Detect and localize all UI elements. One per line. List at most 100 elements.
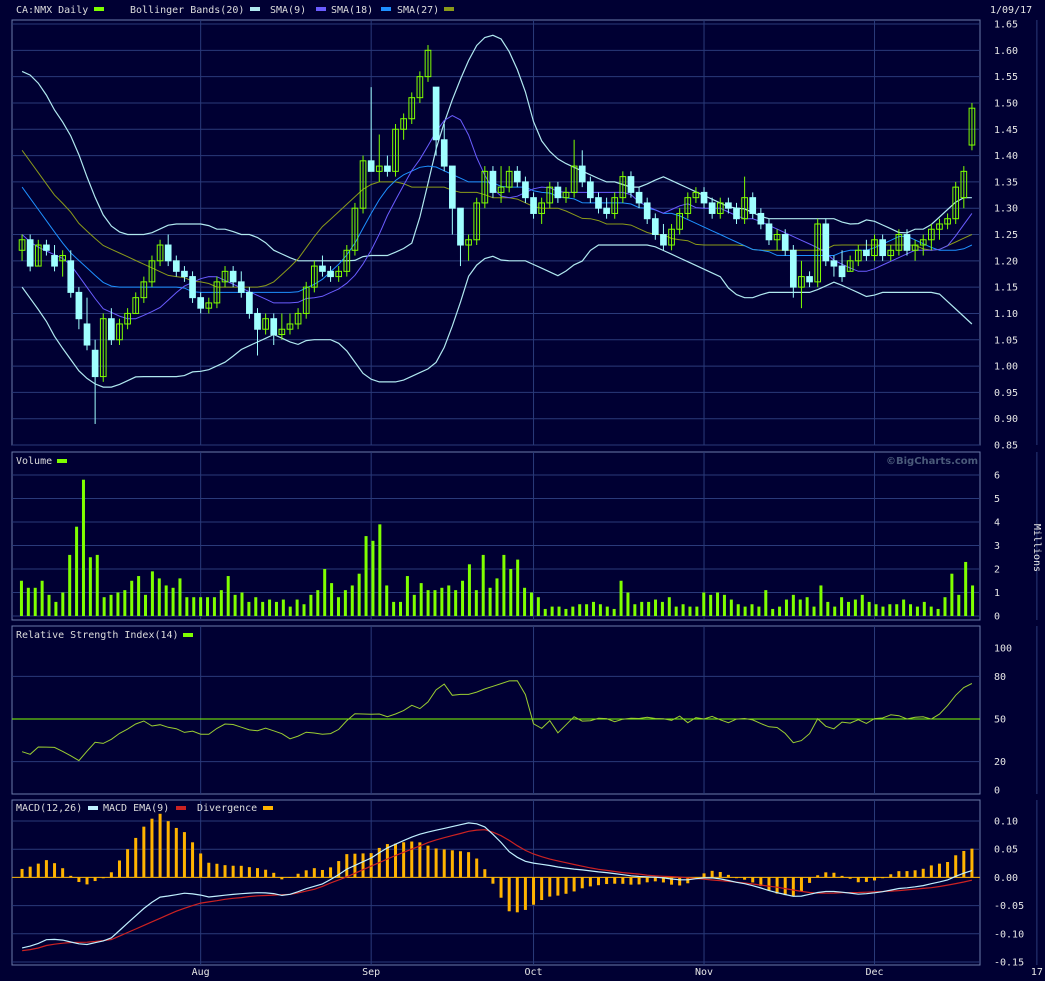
divergence-bar <box>637 877 641 885</box>
price-tick-label: 1.60 <box>994 46 1018 57</box>
volume-bar <box>543 608 547 616</box>
divergence-bar <box>946 861 950 878</box>
date-label: 1/09/17 <box>990 5 1032 16</box>
volume-bar <box>268 599 272 616</box>
price-tick-label: 1.35 <box>994 177 1018 188</box>
volume-bar <box>674 606 678 616</box>
volume-legend-swatch <box>57 459 67 463</box>
volume-bar <box>791 594 795 616</box>
candle <box>26 234 34 272</box>
divergence-bar <box>394 843 398 878</box>
candle-body <box>757 212 765 225</box>
volume-bar <box>633 604 637 616</box>
volume-bar <box>853 599 857 616</box>
volume-bar <box>874 604 878 616</box>
volume-tick-label: 6 <box>994 471 1000 482</box>
candle-body <box>749 197 757 214</box>
divergence-bar <box>467 852 471 878</box>
macd-tick-label: 0.00 <box>994 873 1018 884</box>
sma18-label: SMA(18) <box>331 5 373 16</box>
macd-ema-label: MACD EMA(9) <box>103 803 169 814</box>
volume-bar <box>764 590 768 616</box>
volume-bar <box>778 606 782 616</box>
price-tick-label: 1.55 <box>994 72 1018 83</box>
price-tick-label: 0.90 <box>994 414 1018 425</box>
divergence-bar <box>36 863 40 878</box>
rsi-tick-label: 80 <box>994 672 1006 683</box>
volume-bar <box>688 606 692 616</box>
divergence-bar <box>458 851 462 878</box>
volume-bar <box>516 559 520 616</box>
divergence-bar <box>678 877 682 886</box>
volume-bar <box>722 594 726 616</box>
volume-bar <box>281 599 285 616</box>
divergence-bar <box>134 837 138 878</box>
volume-bar <box>150 571 154 616</box>
volume-bar <box>171 587 175 616</box>
volume-bar <box>419 583 423 616</box>
price-tick-label: 0.85 <box>994 441 1018 452</box>
divergence-bar <box>921 868 925 878</box>
volume-bar <box>647 601 651 616</box>
volume-bar <box>681 604 685 616</box>
divergence-bar <box>572 877 576 892</box>
macd-title: MACD(12,26) <box>16 803 82 814</box>
divergence-bar <box>491 877 495 884</box>
divergence-bar <box>93 877 97 882</box>
divergence-bar <box>564 877 568 894</box>
macd-tick-label: 0.10 <box>994 817 1018 828</box>
volume-bar <box>254 597 258 616</box>
volume-bar <box>199 597 203 616</box>
divergence-bar <box>20 868 24 878</box>
divergence-bar <box>718 871 722 878</box>
candle-body <box>643 202 651 220</box>
volume-bar <box>881 606 885 616</box>
candle-body <box>879 239 886 257</box>
volume-bar <box>467 564 471 616</box>
volume-bar <box>40 580 44 616</box>
volume-bar <box>274 601 278 616</box>
candle-body <box>108 318 115 341</box>
candle-body <box>903 234 911 251</box>
candle-body <box>367 160 375 172</box>
volume-bar <box>426 590 430 616</box>
divergence-bar <box>231 865 235 878</box>
volume-bar <box>695 606 699 616</box>
volume-title: Volume <box>16 456 52 467</box>
candle-body <box>781 234 789 251</box>
price-tick-label: 1.05 <box>994 335 1018 346</box>
rsi-tick-label: 50 <box>994 715 1006 726</box>
volume-bar <box>915 606 919 616</box>
volume-bar <box>295 599 299 616</box>
volume-bar <box>626 592 630 616</box>
bollinger-label: Bollinger Bands(20) <box>130 5 244 16</box>
divergence-bar <box>653 877 657 882</box>
macd-tick-label: -0.05 <box>994 901 1024 912</box>
candle-body <box>432 86 440 141</box>
candle-body <box>863 249 870 257</box>
divergence-bar <box>410 841 414 878</box>
divergence-bar <box>174 827 178 878</box>
volume-bar <box>557 606 561 616</box>
volume-bar <box>75 526 79 616</box>
candle-body <box>164 244 172 262</box>
volume-bar <box>47 594 51 616</box>
volume-bar <box>33 587 37 616</box>
volume-bar <box>454 590 458 616</box>
divergence-bar <box>702 873 706 878</box>
volume-bar <box>950 573 954 616</box>
candle-body <box>838 265 846 278</box>
volume-bar <box>495 578 499 616</box>
divergence-bar <box>109 872 113 878</box>
divergence-bar <box>345 854 349 878</box>
divergence-bar <box>182 832 186 878</box>
divergence-bar <box>239 865 243 878</box>
candle-body <box>660 234 667 246</box>
candle-body <box>725 202 732 209</box>
divergence-bar <box>540 877 544 901</box>
candle-body <box>489 170 497 193</box>
divergence-bar <box>937 863 941 878</box>
candle <box>822 218 830 267</box>
candle-body <box>708 202 716 214</box>
divergence-bar <box>61 868 65 878</box>
